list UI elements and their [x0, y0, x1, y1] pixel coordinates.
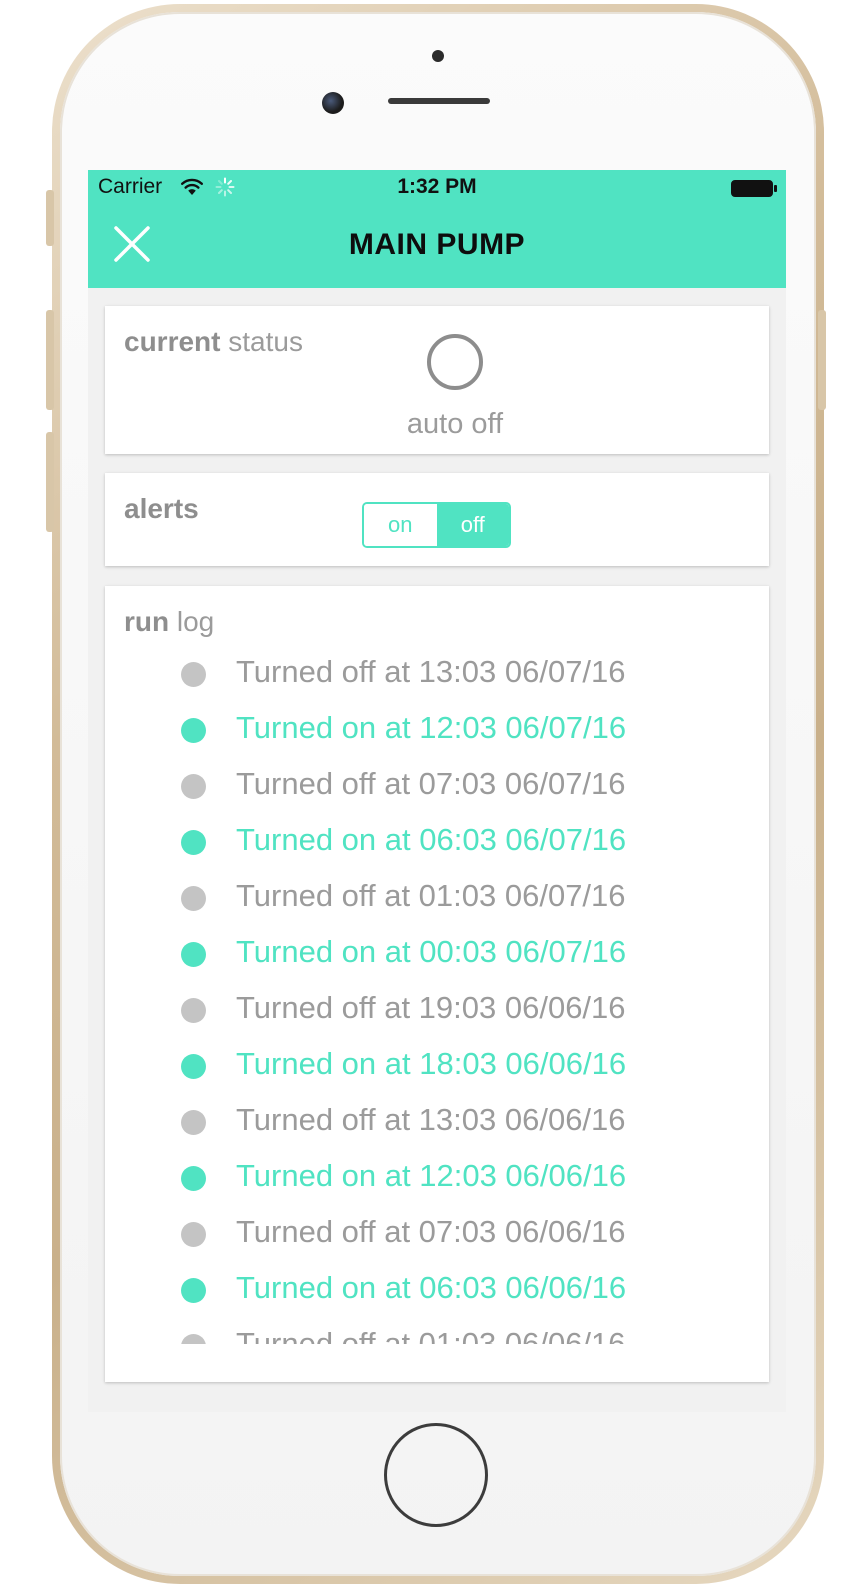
log-entry: Turned on at 18:03 06/06/16: [105, 1042, 769, 1098]
current-status-label: current status: [124, 326, 303, 358]
app-screen: Carrier 1:32 PM MAIN PUMP current status…: [88, 170, 786, 1412]
log-entry-text: Turned on at 06:03 06/07/16: [236, 822, 627, 857]
status-dot-icon: [181, 830, 206, 855]
home-button[interactable]: [384, 1423, 488, 1527]
log-entry-text: Turned on at 06:03 06/06/16: [236, 1270, 627, 1305]
status-value: auto off: [406, 408, 504, 440]
status-dot-icon: [181, 942, 206, 967]
log-entry-text: Turned off at 13:03 06/07/16: [236, 654, 626, 689]
status-bar: Carrier 1:32 PM: [88, 170, 786, 204]
log-entry-text: Turned off at 19:03 06/06/16: [236, 990, 626, 1025]
volume-down-button: [46, 432, 54, 532]
run-log-list[interactable]: Turned off at 13:03 06/07/16 Turned on a…: [105, 650, 769, 1344]
log-entry: Turned off at 13:03 06/06/16: [105, 1098, 769, 1154]
log-entry: Turned off at 13:03 06/07/16: [105, 650, 769, 706]
status-dot-icon: [181, 1278, 206, 1303]
run-log-label: run log: [124, 606, 214, 638]
current-status-label-strong: current: [124, 326, 221, 357]
page-title: MAIN PUMP: [348, 228, 526, 261]
log-entry-text: Turned on at 18:03 06/06/16: [236, 1046, 627, 1081]
status-dot-icon: [181, 774, 206, 799]
current-status-card: current status auto off: [105, 306, 769, 454]
alerts-toggle[interactable]: on off: [362, 502, 511, 548]
log-entry: Turned on at 00:03 06/07/16: [105, 930, 769, 986]
front-camera: [322, 92, 344, 114]
status-dot-icon: [181, 1054, 206, 1079]
run-log-label-strong: run: [124, 606, 170, 637]
log-entry: Turned on at 06:03 06/07/16: [105, 818, 769, 874]
log-entry-text: Turned off at 07:03 06/07/16: [236, 766, 626, 801]
status-dot-icon: [181, 1222, 206, 1247]
status-dot-icon: [181, 998, 206, 1023]
run-log-label-rest: log: [176, 606, 215, 637]
status-dot-icon: [181, 662, 206, 687]
navigation-bar: Carrier 1:32 PM MAIN PUMP: [88, 170, 786, 288]
log-entry-text: Turned on at 12:03 06/06/16: [236, 1158, 627, 1193]
log-entry: Turned off at 07:03 06/07/16: [105, 762, 769, 818]
run-log-card: run log Turned off at 13:03 06/07/16 Tur…: [105, 586, 769, 1382]
alerts-card: alerts on off: [105, 473, 769, 566]
log-entry: Turned off at 19:03 06/06/16: [105, 986, 769, 1042]
status-time: 1:32 PM: [397, 175, 477, 198]
proximity-sensor: [432, 50, 444, 62]
alerts-off-option[interactable]: off: [436, 504, 509, 546]
status-dot-icon: [181, 718, 206, 743]
status-ring-icon: [427, 334, 483, 390]
log-entry: Turned off at 01:03 06/06/16: [105, 1322, 769, 1344]
log-entry: Turned on at 12:03 06/06/16: [105, 1154, 769, 1210]
alerts-label: alerts: [124, 493, 199, 525]
power-button: [818, 310, 826, 410]
mute-switch: [46, 190, 54, 246]
battery-full-icon: [731, 180, 773, 197]
status-dot-icon: [181, 886, 206, 911]
volume-up-button: [46, 310, 54, 410]
log-entry-text: Turned off at 13:03 06/06/16: [236, 1102, 626, 1137]
status-dot-icon: [181, 1166, 206, 1191]
status-dot-icon: [181, 1110, 206, 1135]
log-entry: Turned off at 07:03 06/06/16: [105, 1210, 769, 1266]
log-entry: Turned off at 01:03 06/07/16: [105, 874, 769, 930]
log-entry: Turned on at 06:03 06/06/16: [105, 1266, 769, 1322]
log-entry-text: Turned on at 00:03 06/07/16: [236, 934, 627, 969]
log-entry: Turned on at 12:03 06/07/16: [105, 706, 769, 762]
earpiece-speaker: [388, 98, 490, 104]
current-status-label-rest: status: [228, 326, 303, 357]
log-entry-text: Turned off at 01:03 06/07/16: [236, 878, 626, 913]
alerts-label-strong: alerts: [124, 493, 199, 524]
alerts-on-option[interactable]: on: [364, 504, 437, 546]
battery-tip: [774, 185, 777, 192]
status-dot-icon: [181, 1334, 206, 1344]
log-entry-text: Turned on at 12:03 06/07/16: [236, 710, 627, 745]
log-entry-text: Turned off at 07:03 06/06/16: [236, 1214, 626, 1249]
log-entry-text: Turned off at 01:03 06/06/16: [236, 1326, 626, 1344]
